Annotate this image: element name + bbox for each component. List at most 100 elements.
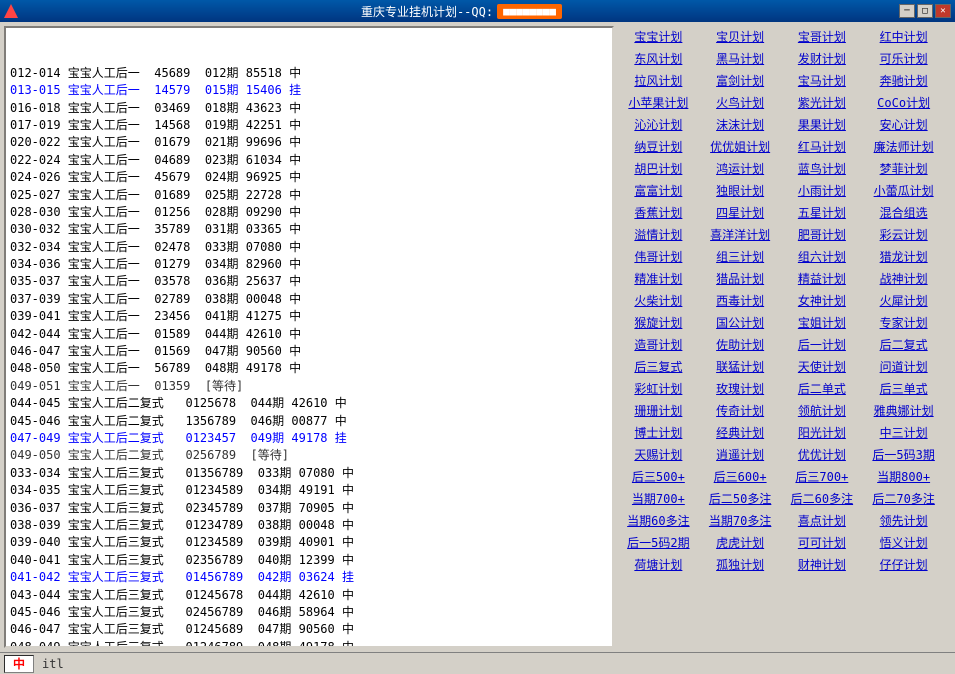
maximize-button[interactable]: □ [917, 4, 933, 18]
plan-item[interactable]: 天赐计划 [618, 444, 699, 465]
plan-item[interactable]: 猴旋计划 [618, 312, 699, 333]
plan-item[interactable]: 鸿运计划 [700, 158, 781, 179]
plan-item[interactable]: 黑马计划 [700, 48, 781, 69]
plan-item[interactable]: 国公计划 [700, 312, 781, 333]
plan-item[interactable]: 紫光计划 [782, 92, 863, 113]
plan-item[interactable]: 佐助计划 [700, 334, 781, 355]
plan-item[interactable]: 虎虎计划 [700, 532, 781, 553]
plan-item[interactable]: 东风计划 [618, 48, 699, 69]
plan-item[interactable]: 宝哥计划 [782, 26, 863, 47]
plan-item[interactable]: 独眼计划 [700, 180, 781, 201]
plan-item[interactable]: 奔驰计划 [863, 70, 944, 91]
plan-item[interactable]: 彩虹计划 [618, 378, 699, 399]
plan-item[interactable]: 雅典娜计划 [863, 400, 944, 421]
plan-item[interactable]: 精准计划 [618, 268, 699, 289]
plan-item[interactable]: 梦菲计划 [863, 158, 944, 179]
plan-item[interactable]: 拉风计划 [618, 70, 699, 91]
plan-item[interactable]: 胡巴计划 [618, 158, 699, 179]
plan-item[interactable]: 香蕉计划 [618, 202, 699, 223]
plan-item[interactable]: 财神计划 [782, 554, 863, 575]
plan-item[interactable]: 廉法师计划 [863, 136, 944, 157]
plan-item[interactable]: 小苹果计划 [618, 92, 699, 113]
plan-item[interactable]: 后三700+ [782, 466, 863, 487]
plan-item[interactable]: 后二50多注 [700, 488, 781, 509]
plan-item[interactable]: 组六计划 [782, 246, 863, 267]
plan-item[interactable]: 小蕾瓜计划 [863, 180, 944, 201]
plan-item[interactable]: 安心计划 [863, 114, 944, 135]
plan-item[interactable]: 沫沫计划 [700, 114, 781, 135]
plan-item[interactable]: 组三计划 [700, 246, 781, 267]
plan-list-scroll[interactable]: 012-014 宝宝人工后一 45689 012期 85518 中013-015… [6, 28, 612, 646]
plan-item[interactable]: 孤独计划 [700, 554, 781, 575]
close-button[interactable]: ✕ [935, 4, 951, 18]
plan-item[interactable]: 领先计划 [863, 510, 944, 531]
plan-item[interactable]: 彩云计划 [863, 224, 944, 245]
plan-item[interactable]: 喜洋洋计划 [700, 224, 781, 245]
plan-item[interactable]: 西毒计划 [700, 290, 781, 311]
plan-item[interactable]: 联猛计划 [700, 356, 781, 377]
plan-item[interactable]: 猎龙计划 [863, 246, 944, 267]
plan-item[interactable]: 仔仔计划 [863, 554, 944, 575]
plan-item[interactable]: 肥哥计划 [782, 224, 863, 245]
plan-item[interactable]: 博士计划 [618, 422, 699, 443]
plan-item[interactable]: 四星计划 [700, 202, 781, 223]
minimize-button[interactable]: ─ [899, 4, 915, 18]
plan-item[interactable]: 宝姐计划 [782, 312, 863, 333]
plan-item[interactable]: 中三计划 [863, 422, 944, 443]
plan-item[interactable]: 传奇计划 [700, 400, 781, 421]
plan-item[interactable]: 当期60多注 [618, 510, 699, 531]
plan-item[interactable]: 后三600+ [700, 466, 781, 487]
plan-item[interactable]: 后三复式 [618, 356, 699, 377]
plan-item[interactable]: 优优计划 [782, 444, 863, 465]
plan-item[interactable]: 后一5码3期 [863, 444, 944, 465]
plan-item[interactable]: 天使计划 [782, 356, 863, 377]
plan-item[interactable]: 女神计划 [782, 290, 863, 311]
plan-item[interactable]: 后二单式 [782, 378, 863, 399]
plan-item[interactable]: 红马计划 [782, 136, 863, 157]
plan-item[interactable]: 后二复式 [863, 334, 944, 355]
plan-item[interactable]: 宝马计划 [782, 70, 863, 91]
plan-item[interactable]: 当期70多注 [700, 510, 781, 531]
plan-item[interactable]: 后一5码2期 [618, 532, 699, 553]
plan-item[interactable]: 火犀计划 [863, 290, 944, 311]
plan-item[interactable]: CoCo计划 [863, 92, 944, 113]
plan-item[interactable]: 红中计划 [863, 26, 944, 47]
plan-item[interactable]: 伟哥计划 [618, 246, 699, 267]
plan-item[interactable]: 小雨计划 [782, 180, 863, 201]
plan-item[interactable]: 富富计划 [618, 180, 699, 201]
plan-item[interactable]: 火柴计划 [618, 290, 699, 311]
plan-item[interactable]: 可乐计划 [863, 48, 944, 69]
plan-item[interactable]: 当期800+ [863, 466, 944, 487]
plan-item[interactable]: 沁沁计划 [618, 114, 699, 135]
plan-item[interactable]: 后三500+ [618, 466, 699, 487]
plan-item[interactable]: 当期700+ [618, 488, 699, 509]
plan-item[interactable]: 五星计划 [782, 202, 863, 223]
plan-item[interactable]: 火鸟计划 [700, 92, 781, 113]
plan-item[interactable]: 珊珊计划 [618, 400, 699, 421]
plan-item[interactable]: 阳光计划 [782, 422, 863, 443]
plan-item[interactable]: 猎品计划 [700, 268, 781, 289]
plan-item[interactable]: 喜点计划 [782, 510, 863, 531]
plan-item[interactable]: 荷塘计划 [618, 554, 699, 575]
plan-item[interactable]: 发财计划 [782, 48, 863, 69]
plan-item[interactable]: 悟义计划 [863, 532, 944, 553]
plan-item[interactable]: 溢情计划 [618, 224, 699, 245]
plan-item[interactable]: 精益计划 [782, 268, 863, 289]
plan-item[interactable]: 混合组选 [863, 202, 944, 223]
plan-item[interactable]: 逍遥计划 [700, 444, 781, 465]
plan-item[interactable]: 纳豆计划 [618, 136, 699, 157]
plan-item[interactable]: 优优姐计划 [700, 136, 781, 157]
plan-item[interactable]: 后二60多注 [782, 488, 863, 509]
plan-item[interactable]: 蓝鸟计划 [782, 158, 863, 179]
plan-item[interactable]: 宝宝计划 [618, 26, 699, 47]
plan-item[interactable]: 玫瑰计划 [700, 378, 781, 399]
plan-item[interactable]: 后一计划 [782, 334, 863, 355]
plan-item[interactable]: 宝贝计划 [700, 26, 781, 47]
plan-item[interactable]: 后二70多注 [863, 488, 944, 509]
plan-item[interactable]: 经典计划 [700, 422, 781, 443]
plan-item[interactable]: 富剑计划 [700, 70, 781, 91]
plan-item[interactable]: 后三单式 [863, 378, 944, 399]
plan-item[interactable]: 战神计划 [863, 268, 944, 289]
plan-item[interactable]: 可可计划 [782, 532, 863, 553]
plan-item[interactable]: 造哥计划 [618, 334, 699, 355]
